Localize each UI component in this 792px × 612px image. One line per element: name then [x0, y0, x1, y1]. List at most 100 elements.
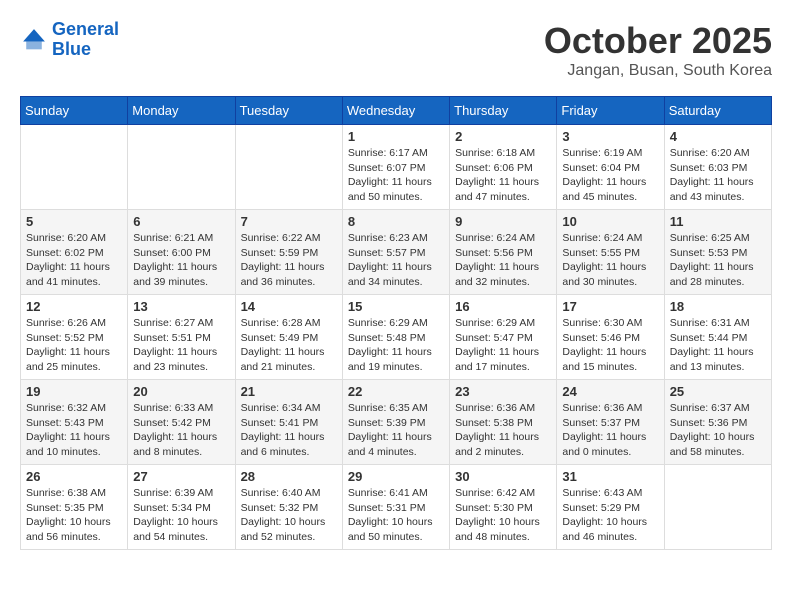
day-info: Sunrise: 6:37 AM Sunset: 5:36 PM Dayligh… — [670, 401, 766, 460]
calendar-cell — [21, 125, 128, 210]
day-info: Sunrise: 6:39 AM Sunset: 5:34 PM Dayligh… — [133, 486, 229, 545]
calendar-week-row: 19 Sunrise: 6:32 AM Sunset: 5:43 PM Dayli… — [21, 380, 772, 465]
day-info: Sunrise: 6:26 AM Sunset: 5:52 PM Dayligh… — [26, 316, 122, 375]
calendar-cell: 17Sunrise: 6:30 AM Sunset: 5:46 PM Dayli… — [557, 295, 664, 380]
calendar-cell: 22 Sunrise: 6:35 AM Sunset: 5:39 PM Dayli… — [342, 380, 449, 465]
day-info: Sunrise: 6:33 AM Sunset: 5:42 PM Dayligh… — [133, 401, 229, 460]
day-number: 26 — [26, 469, 122, 484]
day-info: Sunrise: 6:42 AM Sunset: 5:30 PM Dayligh… — [455, 486, 551, 545]
calendar-cell: 21 Sunrise: 6:34 AM Sunset: 5:41 PM Dayli… — [235, 380, 342, 465]
day-info: Sunrise: 6:25 AM Sunset: 5:53 PM Dayligh… — [670, 231, 766, 290]
calendar-week-row: 5 Sunrise: 6:20 AM Sunset: 6:02 PM Daylig… — [21, 210, 772, 295]
day-info: Sunrise: 6:29 AM Sunset: 5:48 PM Dayligh… — [348, 316, 444, 375]
day-number: 7 — [241, 214, 337, 229]
day-number: 1 — [348, 129, 444, 144]
day-number: 21 — [241, 384, 337, 399]
day-info: Sunrise: 6:22 AM Sunset: 5:59 PM Dayligh… — [241, 231, 337, 290]
calendar-cell: 6Sunrise: 6:21 AM Sunset: 6:00 PM Daylig… — [128, 210, 235, 295]
weekday-header: Friday — [557, 97, 664, 125]
day-number: 17 — [562, 299, 658, 314]
calendar-week-row: 26 Sunrise: 6:38 AM Sunset: 5:35 PM Dayli… — [21, 465, 772, 550]
calendar-cell: 5 Sunrise: 6:20 AM Sunset: 6:02 PM Daylig… — [21, 210, 128, 295]
day-info: Sunrise: 6:17 AM Sunset: 6:07 PM Dayligh… — [348, 146, 444, 205]
day-number: 14 — [241, 299, 337, 314]
day-number: 18 — [670, 299, 766, 314]
day-number: 29 — [348, 469, 444, 484]
weekday-header: Thursday — [450, 97, 557, 125]
day-number: 13 — [133, 299, 229, 314]
day-info: Sunrise: 6:24 AM Sunset: 5:56 PM Dayligh… — [455, 231, 551, 290]
calendar-table: SundayMondayTuesdayWednesdayThursdayFrid… — [20, 96, 772, 550]
day-info: Sunrise: 6:40 AM Sunset: 5:32 PM Dayligh… — [241, 486, 337, 545]
day-number: 28 — [241, 469, 337, 484]
day-number: 4 — [670, 129, 766, 144]
day-info: Sunrise: 6:36 AM Sunset: 5:37 PM Dayligh… — [562, 401, 658, 460]
day-number: 11 — [670, 214, 766, 229]
logo-text: General Blue — [52, 20, 119, 60]
day-info: Sunrise: 6:41 AM Sunset: 5:31 PM Dayligh… — [348, 486, 444, 545]
title-block: October 2025 Jangan, Busan, South Korea — [544, 20, 772, 80]
location-title: Jangan, Busan, South Korea — [544, 62, 772, 80]
day-info: Sunrise: 6:23 AM Sunset: 5:57 PM Dayligh… — [348, 231, 444, 290]
calendar-cell: 19 Sunrise: 6:32 AM Sunset: 5:43 PM Dayli… — [21, 380, 128, 465]
calendar-cell: 11 Sunrise: 6:25 AM Sunset: 5:53 PM Dayli… — [664, 210, 771, 295]
calendar-cell: 8 Sunrise: 6:23 AM Sunset: 5:57 PM Daylig… — [342, 210, 449, 295]
calendar-cell: 27Sunrise: 6:39 AM Sunset: 5:34 PM Dayli… — [128, 465, 235, 550]
day-number: 3 — [562, 129, 658, 144]
day-number: 8 — [348, 214, 444, 229]
day-number: 19 — [26, 384, 122, 399]
day-number: 10 — [562, 214, 658, 229]
day-number: 5 — [26, 214, 122, 229]
calendar-cell: 28 Sunrise: 6:40 AM Sunset: 5:32 PM Dayli… — [235, 465, 342, 550]
day-number: 9 — [455, 214, 551, 229]
weekday-header: Saturday — [664, 97, 771, 125]
weekday-header-row: SundayMondayTuesdayWednesdayThursdayFrid… — [21, 97, 772, 125]
calendar-cell — [128, 125, 235, 210]
calendar-cell: 13 Sunrise: 6:27 AM Sunset: 5:51 PM Dayli… — [128, 295, 235, 380]
calendar-cell: 12 Sunrise: 6:26 AM Sunset: 5:52 PM Dayli… — [21, 295, 128, 380]
day-number: 22 — [348, 384, 444, 399]
page-header: General Blue October 2025 Jangan, Busan,… — [20, 20, 772, 80]
month-title: October 2025 — [544, 20, 772, 62]
calendar-cell — [664, 465, 771, 550]
day-info: Sunrise: 6:24 AM Sunset: 5:55 PM Dayligh… — [562, 231, 658, 290]
calendar-week-row: 12 Sunrise: 6:26 AM Sunset: 5:52 PM Dayli… — [21, 295, 772, 380]
calendar-cell: 15Sunrise: 6:29 AM Sunset: 5:48 PM Dayli… — [342, 295, 449, 380]
day-info: Sunrise: 6:36 AM Sunset: 5:38 PM Dayligh… — [455, 401, 551, 460]
weekday-header: Wednesday — [342, 97, 449, 125]
calendar-cell: 1 Sunrise: 6:17 AM Sunset: 6:07 PM Daylig… — [342, 125, 449, 210]
calendar-cell: 3 Sunrise: 6:19 AM Sunset: 6:04 PM Daylig… — [557, 125, 664, 210]
day-info: Sunrise: 6:32 AM Sunset: 5:43 PM Dayligh… — [26, 401, 122, 460]
weekday-header: Tuesday — [235, 97, 342, 125]
calendar-week-row: 1 Sunrise: 6:17 AM Sunset: 6:07 PM Daylig… — [21, 125, 772, 210]
weekday-header: Monday — [128, 97, 235, 125]
day-info: Sunrise: 6:20 AM Sunset: 6:02 PM Dayligh… — [26, 231, 122, 290]
calendar-cell: 20 Sunrise: 6:33 AM Sunset: 5:42 PM Dayli… — [128, 380, 235, 465]
day-info: Sunrise: 6:38 AM Sunset: 5:35 PM Dayligh… — [26, 486, 122, 545]
day-info: Sunrise: 6:28 AM Sunset: 5:49 PM Dayligh… — [241, 316, 337, 375]
day-info: Sunrise: 6:29 AM Sunset: 5:47 PM Dayligh… — [455, 316, 551, 375]
day-info: Sunrise: 6:18 AM Sunset: 6:06 PM Dayligh… — [455, 146, 551, 205]
day-info: Sunrise: 6:21 AM Sunset: 6:00 PM Dayligh… — [133, 231, 229, 290]
day-number: 12 — [26, 299, 122, 314]
day-number: 20 — [133, 384, 229, 399]
calendar-cell: 2 Sunrise: 6:18 AM Sunset: 6:06 PM Daylig… — [450, 125, 557, 210]
calendar-cell: 26 Sunrise: 6:38 AM Sunset: 5:35 PM Dayli… — [21, 465, 128, 550]
day-info: Sunrise: 6:19 AM Sunset: 6:04 PM Dayligh… — [562, 146, 658, 205]
calendar-cell: 10 Sunrise: 6:24 AM Sunset: 5:55 PM Dayli… — [557, 210, 664, 295]
day-info: Sunrise: 6:43 AM Sunset: 5:29 PM Dayligh… — [562, 486, 658, 545]
calendar-cell: 29 Sunrise: 6:41 AM Sunset: 5:31 PM Dayli… — [342, 465, 449, 550]
calendar-cell — [235, 125, 342, 210]
calendar-cell: 4 Sunrise: 6:20 AM Sunset: 6:03 PM Daylig… — [664, 125, 771, 210]
day-number: 16 — [455, 299, 551, 314]
day-number: 2 — [455, 129, 551, 144]
day-info: Sunrise: 6:34 AM Sunset: 5:41 PM Dayligh… — [241, 401, 337, 460]
day-info: Sunrise: 6:20 AM Sunset: 6:03 PM Dayligh… — [670, 146, 766, 205]
day-info: Sunrise: 6:31 AM Sunset: 5:44 PM Dayligh… — [670, 316, 766, 375]
day-number: 23 — [455, 384, 551, 399]
day-info: Sunrise: 6:35 AM Sunset: 5:39 PM Dayligh… — [348, 401, 444, 460]
day-number: 31 — [562, 469, 658, 484]
day-number: 24 — [562, 384, 658, 399]
day-info: Sunrise: 6:27 AM Sunset: 5:51 PM Dayligh… — [133, 316, 229, 375]
calendar-cell: 24 Sunrise: 6:36 AM Sunset: 5:37 PM Dayli… — [557, 380, 664, 465]
